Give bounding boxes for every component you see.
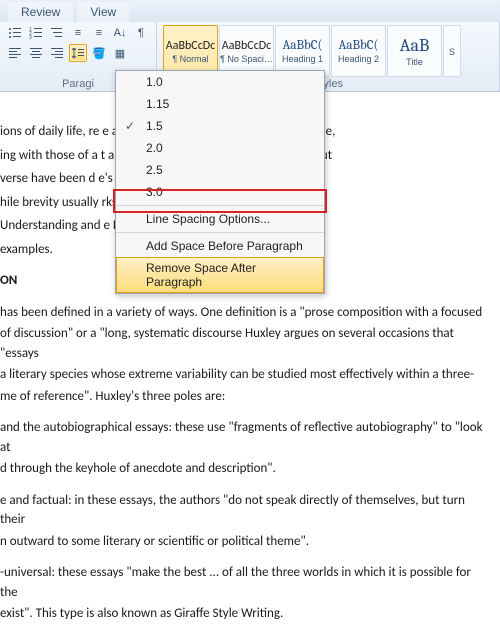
style-preview: AaBbCcDc xyxy=(166,39,215,53)
increase-indent-icon[interactable]: ≡ xyxy=(90,24,108,42)
style-heading2[interactable]: AaBbC( Heading 2 xyxy=(331,25,386,77)
style-preview: AaBbC( xyxy=(283,38,323,53)
style-name-label: ¶ No Spaci… xyxy=(220,54,273,64)
doc-line[interactable]: a literary species whose extreme variabi… xyxy=(0,365,486,385)
tab-review[interactable]: Review xyxy=(8,2,73,22)
align-left-icon[interactable] xyxy=(6,44,24,62)
spacing-3-0[interactable]: 3.0 xyxy=(116,181,324,203)
align-right-icon[interactable] xyxy=(48,44,66,62)
sort-icon[interactable]: A↓ xyxy=(111,24,129,42)
style-name-label: Title xyxy=(406,57,423,67)
multilevel-list-icon[interactable] xyxy=(48,24,66,42)
menu-separator xyxy=(116,205,324,206)
style-preview: AaBbC( xyxy=(339,38,379,53)
menu-label: Add Space Before Paragraph xyxy=(146,239,303,253)
doc-line[interactable]: n outward to some literary or scientific… xyxy=(0,532,486,552)
spacing-1-5[interactable]: 1.5 xyxy=(116,115,324,137)
bullets-icon[interactable] xyxy=(6,24,24,42)
ribbon-tabs: Review View xyxy=(0,0,500,22)
doc-line[interactable]: has been defined in a variety of ways. O… xyxy=(0,303,486,323)
borders-icon[interactable]: ▦ xyxy=(111,44,129,62)
style-preview: AaB xyxy=(400,35,430,56)
style-title[interactable]: AaB Title xyxy=(387,25,442,77)
align-center-icon[interactable] xyxy=(27,44,45,62)
menu-label: Remove Space After Paragraph xyxy=(146,261,256,289)
style-name-label: S xyxy=(449,47,455,57)
doc-line[interactable]: exist". This type is also known as Giraf… xyxy=(0,604,486,624)
add-space-before[interactable]: Add Space Before Paragraph xyxy=(116,235,324,257)
line-spacing-options[interactable]: Line Spacing Options... xyxy=(116,208,324,230)
spacing-1-15[interactable]: 1.15 xyxy=(116,93,324,115)
spacing-2-5[interactable]: 2.5 xyxy=(116,159,324,181)
line-spacing-menu: 1.0 1.15 1.5 2.0 2.5 3.0 Line Spacing Op… xyxy=(115,70,325,294)
doc-line[interactable]: and the autobiographical essays: these u… xyxy=(0,418,486,457)
doc-line[interactable]: e and factual: in these essays, the auth… xyxy=(0,491,486,530)
doc-line[interactable]: d through the keyhole of anecdote and de… xyxy=(0,459,486,479)
remove-space-after[interactable]: Remove Space After Paragraph xyxy=(116,257,324,293)
style-name-label: Heading 1 xyxy=(282,54,323,64)
spacing-1-0[interactable]: 1.0 xyxy=(116,71,324,93)
line-spacing-button[interactable] xyxy=(69,44,87,62)
style-preview: AaBbCcDc xyxy=(222,39,271,53)
shading-icon[interactable]: 🪣 xyxy=(90,44,108,62)
doc-line[interactable]: me of reference". Huxley's three poles a… xyxy=(0,387,486,407)
doc-line[interactable]: -universal: these essays "make the best … xyxy=(0,563,486,602)
show-marks-icon[interactable]: ¶ xyxy=(132,24,150,42)
tab-view[interactable]: View xyxy=(77,2,129,22)
style-name-label: ¶ Normal xyxy=(172,54,208,64)
svg-text:3: 3 xyxy=(29,35,32,40)
spacing-2-0[interactable]: 2.0 xyxy=(116,137,324,159)
numbering-icon[interactable]: 123 xyxy=(27,24,45,42)
style-name-label: Heading 2 xyxy=(338,54,379,64)
doc-line[interactable]: of discussion" or a "long, systematic di… xyxy=(0,324,486,363)
menu-separator xyxy=(116,232,324,233)
style-subtitle[interactable]: S xyxy=(443,25,461,77)
decrease-indent-icon[interactable]: ≡ xyxy=(69,24,87,42)
